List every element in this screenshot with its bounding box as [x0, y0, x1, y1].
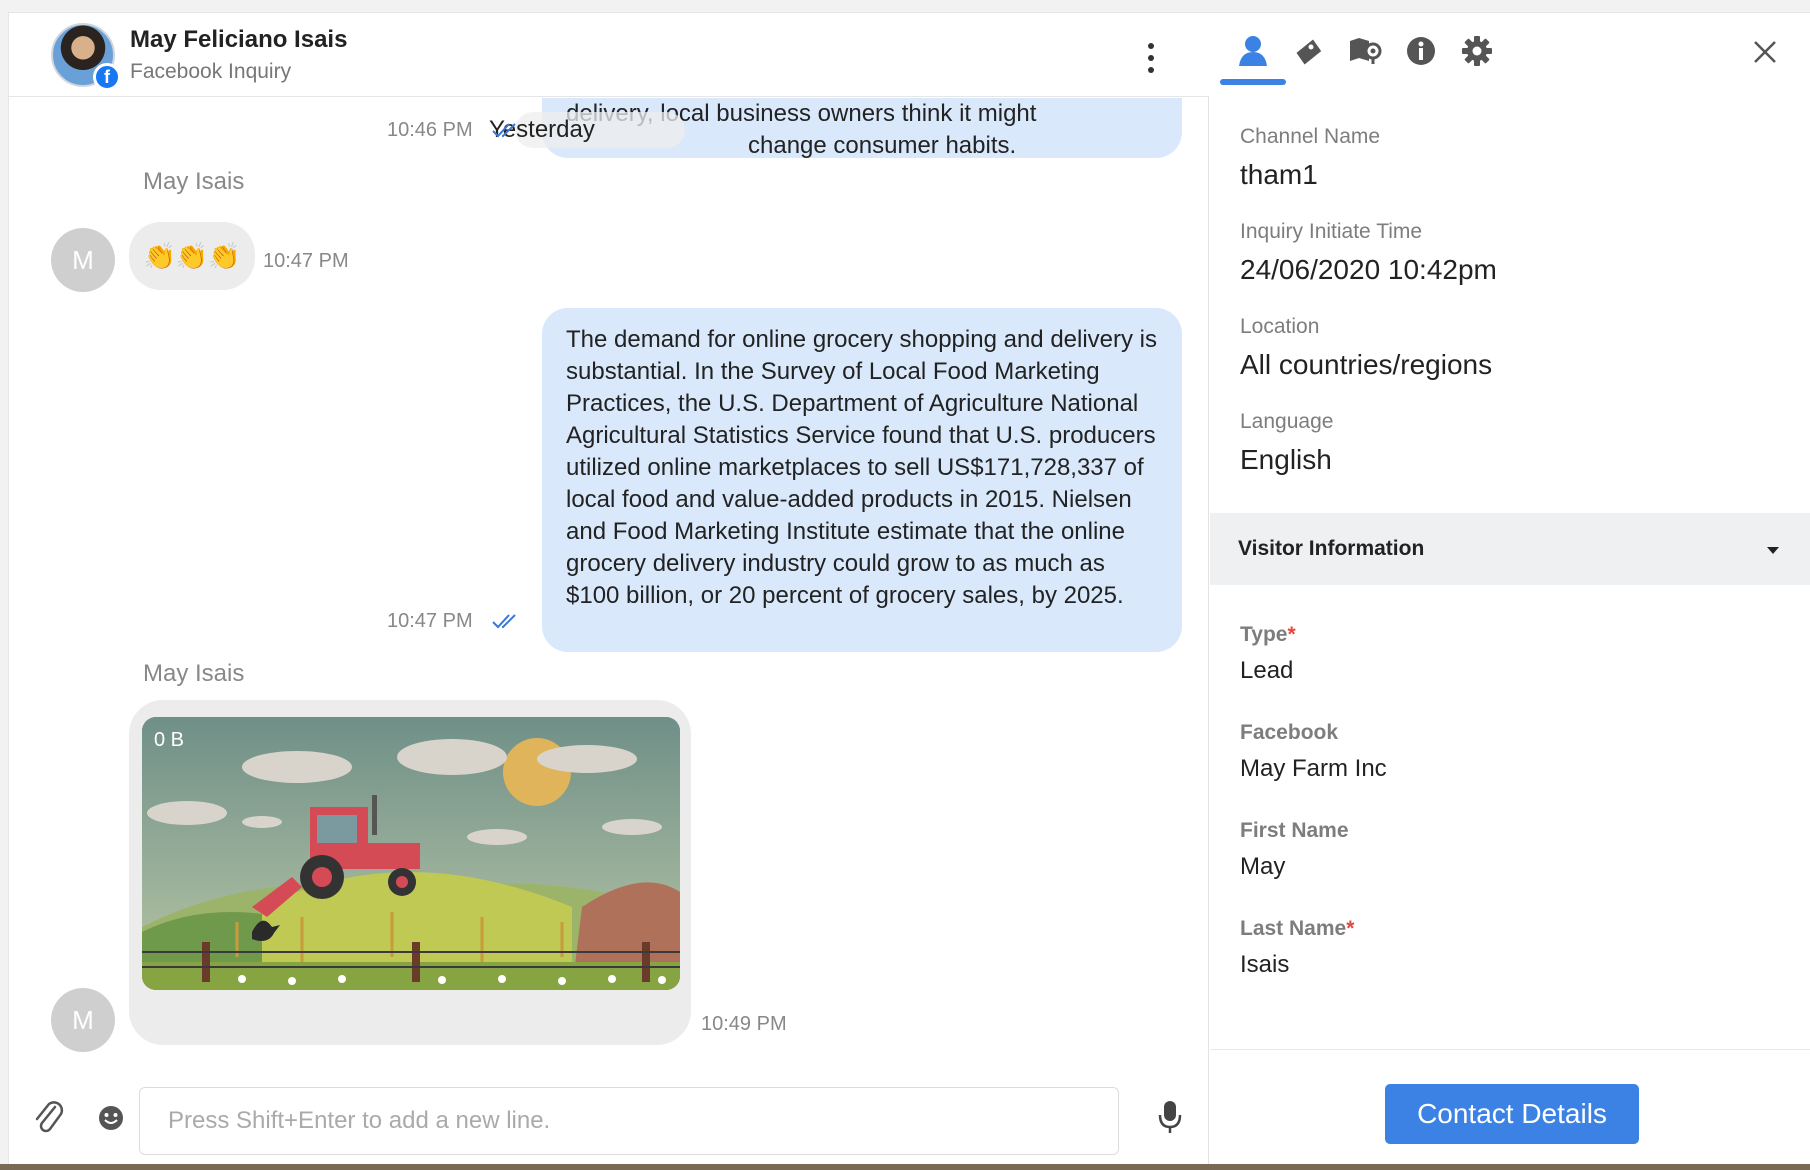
type-value[interactable]: Lead — [1240, 657, 1293, 685]
contact-subtitle: Facebook Inquiry — [130, 60, 292, 83]
outgoing-message: The demand for online grocery shopping a… — [542, 308, 1182, 652]
location-label: Location — [1240, 315, 1320, 338]
image-size-label: 0 B — [154, 729, 185, 751]
initiate-time-label: Inquiry Initiate Time — [1240, 220, 1423, 243]
last-name-label: Last Name* — [1240, 917, 1354, 941]
message-text: The demand for online grocery shopping a… — [566, 326, 1158, 609]
sender-name: May Isais — [143, 660, 245, 687]
message-input[interactable] — [139, 1087, 1119, 1155]
message-composer — [9, 1075, 1209, 1165]
message-time: 10:47 PM — [263, 250, 349, 272]
paperclip-icon[interactable] — [31, 1097, 67, 1137]
message-time: 10:49 PM — [701, 1013, 787, 1035]
ticket-icon[interactable] — [1291, 33, 1327, 69]
incoming-image-message: 0 B — [129, 700, 691, 1045]
sender-name: May Isais — [143, 168, 245, 195]
last-name-label-text: Last Name — [1240, 917, 1347, 940]
caret-down-icon — [1767, 547, 1779, 554]
microphone-icon[interactable] — [1157, 1097, 1183, 1137]
language-value: English — [1240, 444, 1332, 475]
double-check-icon — [491, 120, 521, 140]
required-mark: * — [1346, 917, 1355, 940]
double-check-icon — [491, 611, 521, 631]
type-label: Type* — [1240, 623, 1296, 647]
person-icon[interactable] — [1235, 33, 1271, 69]
first-name-value[interactable]: May — [1240, 853, 1285, 881]
chat-pane: f May Feliciano Isais Facebook Inquiry d… — [9, 13, 1209, 1165]
app-window: f May Feliciano Isais Facebook Inquiry d… — [8, 12, 1810, 1165]
emoji-icon[interactable] — [96, 1103, 126, 1133]
visitor-information-title: Visitor Information — [1238, 537, 1425, 560]
visitor-information-header[interactable]: Visitor Information — [1210, 513, 1810, 585]
close-icon[interactable] — [1750, 37, 1780, 67]
type-label-text: Type — [1240, 623, 1288, 646]
incoming-message: 👏👏👏 — [129, 222, 255, 290]
required-mark: * — [1287, 623, 1296, 646]
side-panel-footer: Contact Details — [1210, 1049, 1810, 1165]
desktop-strip — [0, 1164, 1810, 1170]
info-icon[interactable] — [1403, 33, 1439, 69]
facebook-label: Facebook — [1240, 721, 1339, 744]
message-time: 10:47 PM — [387, 610, 473, 632]
facebook-icon: f — [93, 63, 121, 91]
contact-name: May Feliciano Isais — [130, 26, 348, 53]
date-separator: Yesterday — [489, 112, 685, 148]
side-panel-tabs — [1210, 13, 1810, 97]
language-label: Language — [1240, 410, 1334, 433]
channel-name-label: Channel Name — [1240, 125, 1381, 148]
image-attachment[interactable]: 0 B — [142, 717, 680, 990]
location-icon[interactable] — [1347, 33, 1383, 69]
more-options-icon[interactable] — [1141, 43, 1161, 83]
side-panel: Channel Name tham1 Inquiry Initiate Time… — [1210, 13, 1810, 1165]
contact-details-button[interactable]: Contact Details — [1385, 1084, 1639, 1144]
active-tab-indicator — [1220, 79, 1286, 85]
message-text: 👏👏👏 — [143, 241, 241, 271]
message-time: 10:46 PM — [387, 119, 473, 141]
location-value: All countries/regions — [1240, 349, 1493, 380]
first-name-label: First Name — [1240, 819, 1349, 842]
chat-header: f May Feliciano Isais Facebook Inquiry — [9, 13, 1209, 97]
sender-avatar: M — [51, 228, 115, 292]
farm-tractor-image — [142, 717, 680, 990]
message-list[interactable]: delivery, local business owners think it… — [9, 98, 1209, 1073]
settings-icon[interactable] — [1459, 33, 1495, 69]
last-name-value[interactable]: Isais — [1240, 951, 1289, 979]
initiate-time-value: 24/06/2020 10:42pm — [1240, 254, 1497, 285]
facebook-value[interactable]: May Farm Inc — [1240, 755, 1387, 783]
channel-name-value: tham1 — [1240, 159, 1318, 190]
sender-avatar: M — [51, 988, 115, 1052]
